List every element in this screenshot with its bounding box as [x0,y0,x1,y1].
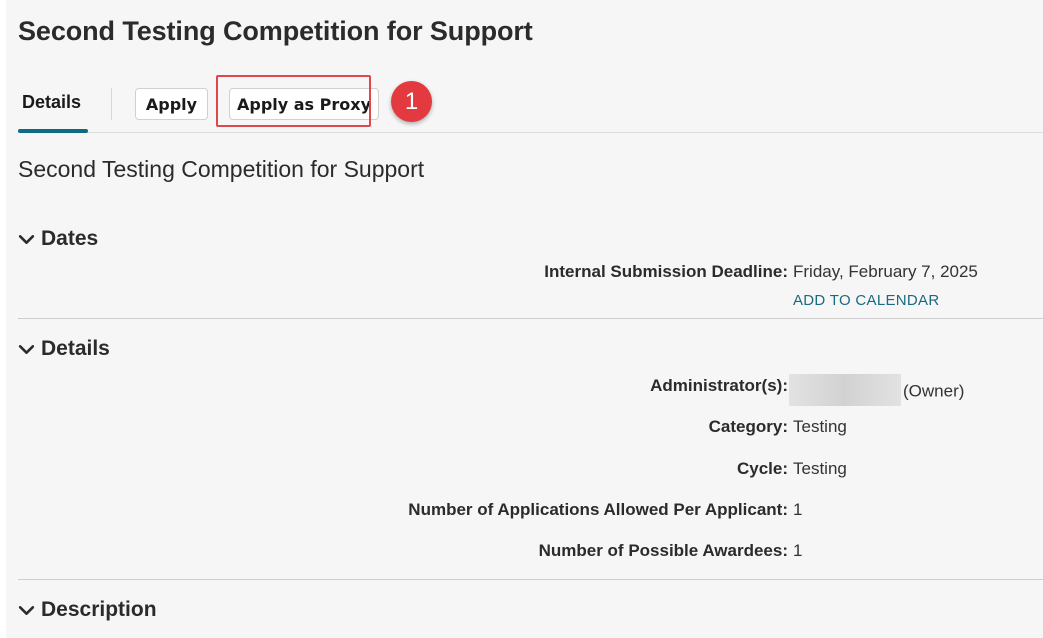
chevron-down-icon [18,605,35,615]
section-toggle-description[interactable]: Description [18,596,157,624]
tab-details-label: Details [22,92,82,112]
section-divider [18,579,1043,580]
annotation-highlight-box [216,75,371,127]
section-heading-dates: Dates [41,227,99,250]
awardees-label: Number of Possible Awardees: [538,541,788,560]
annotation-callout-badge: 1 [391,81,432,122]
administrators-label: Administrator(s): [650,376,788,395]
tab-separator [111,88,112,120]
cycle-value: Testing [793,459,847,478]
section-toggle-details[interactable]: Details [18,335,110,363]
redacted-name [789,374,901,406]
section-heading-description: Description [41,598,157,621]
competition-page: Second Testing Competition for Support D… [6,0,1043,638]
apps-allowed-value: 1 [793,500,803,519]
administrators-value: (Owner) [789,374,965,408]
deadline-label: Internal Submission Deadline: [544,262,788,281]
chevron-down-icon [18,344,35,354]
category-value: Testing [793,417,847,436]
field-row-deadline: Internal Submission Deadline: Friday, Fe… [18,262,1043,284]
page-title: Second Testing Competition for Support [18,16,533,46]
field-row-awardees: Number of Possible Awardees: 1 [18,541,1043,563]
deadline-value: Friday, February 7, 2025 [793,262,978,281]
field-row-apps-allowed: Number of Applications Allowed Per Appli… [18,500,1043,522]
tab-active-indicator [18,129,88,133]
tab-bar: Details Apply Apply as Proxy [18,84,1043,133]
apply-button[interactable]: Apply [135,88,208,120]
apps-allowed-label: Number of Applications Allowed Per Appli… [408,500,788,519]
category-label: Category: [708,417,788,436]
competition-subtitle: Second Testing Competition for Support [18,156,425,182]
owner-tag: (Owner) [903,381,965,401]
section-toggle-dates[interactable]: Dates [18,225,98,253]
field-row-administrators: Administrator(s): (Owner) [18,374,1043,406]
add-to-calendar-link[interactable]: ADD TO CALENDAR [793,292,939,309]
cycle-label: Cycle: [736,459,788,478]
section-divider [18,318,1043,319]
section-heading-details: Details [41,337,110,360]
tab-details[interactable]: Details [18,84,88,130]
chevron-down-icon [18,234,35,244]
field-row-cycle: Cycle: Testing [18,459,1043,481]
field-row-category: Category: Testing [18,417,1043,439]
awardees-value: 1 [793,541,803,560]
